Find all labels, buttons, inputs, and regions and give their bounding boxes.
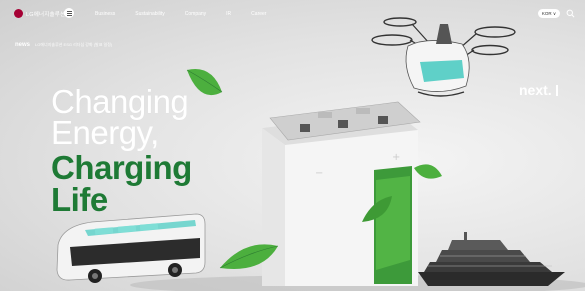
language-select[interactable]: KOR ∨ (538, 9, 560, 18)
yacht-illustration (418, 232, 565, 286)
hero-line-4: Life (51, 181, 108, 218)
menu-icon (66, 12, 72, 14)
battery-illustration: + − (262, 101, 421, 286)
leaf-icon (414, 164, 442, 179)
main-nav: Business Sustainability Company IR Caree… (95, 11, 286, 17)
next-slide-button[interactable]: next. (519, 82, 558, 98)
news-headline[interactable]: LG에너지솔루션 ESG 리더십 강화 (발표 일정) (35, 42, 112, 48)
leaf-icon (186, 68, 223, 96)
brand-logo[interactable]: LG에너지솔루션 (14, 9, 65, 18)
hero-stage: + − LG에너지솔루션 Business Sustainability Com… (0, 0, 585, 291)
nav-item-sustainability[interactable]: Sustainability (135, 11, 164, 17)
news-label: news (15, 42, 31, 48)
logo-text: LG에너지솔루션 (26, 11, 66, 18)
progress-bar (555, 85, 558, 96)
hero-line-2: Energy, (51, 114, 159, 151)
nav-item-company[interactable]: Company (185, 11, 206, 17)
news-ticker[interactable]: news LG에너지솔루션 ESG 리더십 강화 (발표 일정) (15, 42, 112, 48)
next-label: next. (519, 82, 552, 98)
search-icon[interactable] (566, 9, 575, 18)
nav-item-ir[interactable]: IR (226, 11, 231, 17)
nav-item-career[interactable]: Career (251, 11, 266, 17)
top-header: LG에너지솔루션 Business Sustainability Company… (0, 0, 585, 30)
svg-text:+: + (392, 152, 400, 163)
logo-mark-icon (14, 9, 23, 18)
bus-illustration (56, 213, 206, 283)
menu-button[interactable] (64, 8, 74, 18)
svg-text:−: − (315, 168, 323, 179)
hero-line-3: Charging (51, 149, 192, 186)
nav-item-business[interactable]: Business (95, 11, 115, 17)
